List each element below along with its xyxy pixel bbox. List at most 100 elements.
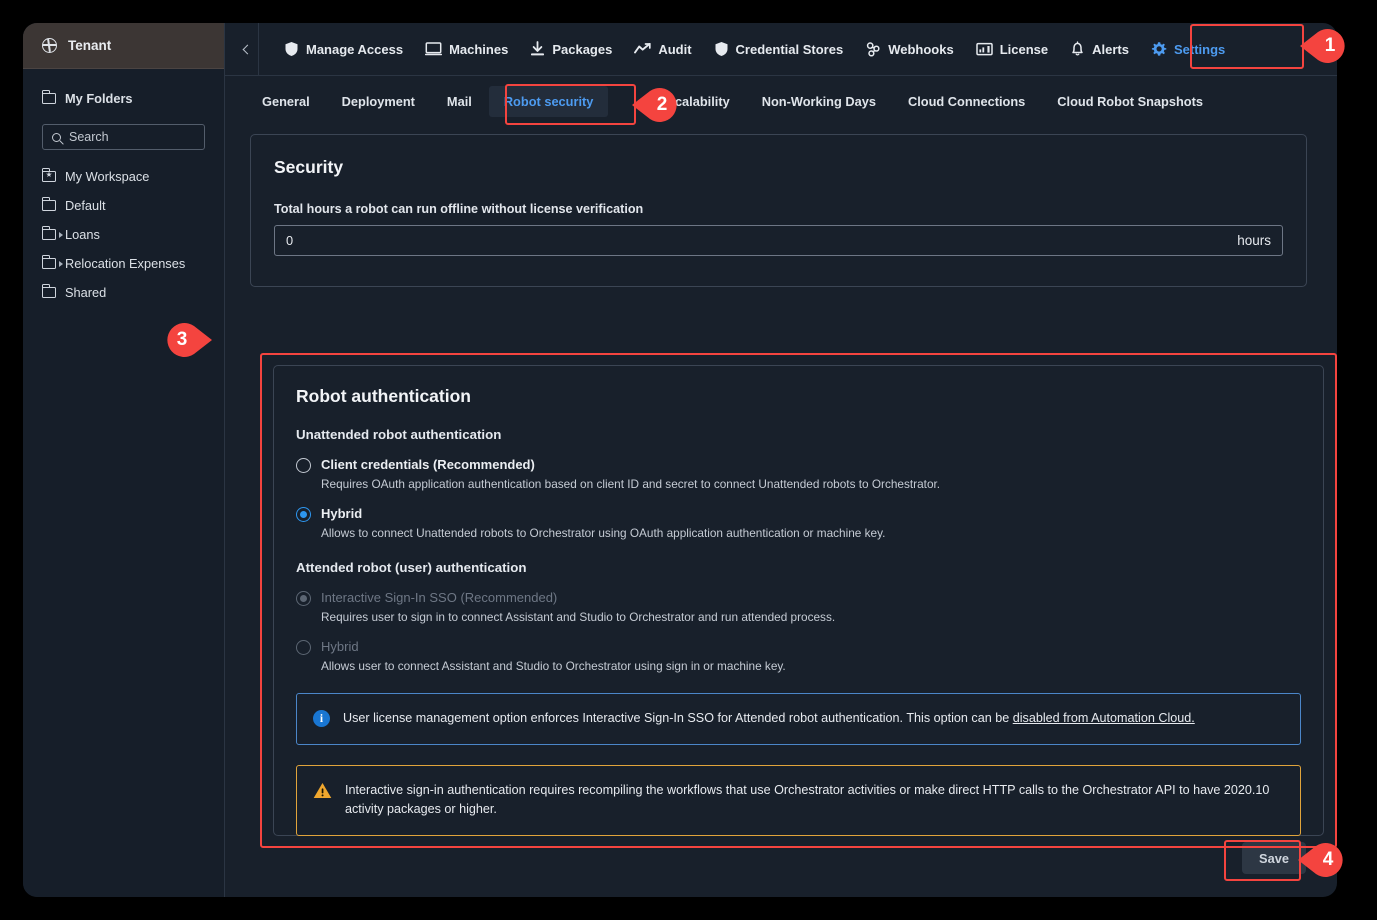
- nav-item-manage-access[interactable]: Manage Access: [273, 23, 414, 76]
- my-folders-label: My Folders: [65, 91, 133, 106]
- top-navigation: Manage Access Machines Packages Audit Cr…: [225, 23, 1337, 76]
- webhook-icon: [867, 42, 880, 57]
- tab-non-working-days[interactable]: Non-Working Days: [747, 86, 891, 117]
- nav-item-license[interactable]: License: [965, 23, 1059, 76]
- info-banner-message: User license management option enforces …: [343, 711, 1013, 725]
- search-box[interactable]: [42, 124, 205, 150]
- chevron-right-icon[interactable]: [59, 260, 63, 267]
- nav-item-label: Webhooks: [888, 41, 954, 57]
- tenant-header[interactable]: Tenant: [23, 23, 224, 69]
- nav-item-packages[interactable]: Packages: [519, 23, 623, 76]
- radio-attended-hybrid: Hybrid Allows user to connect Assistant …: [296, 639, 1301, 673]
- radio-interactive-sign-in-sso: Interactive Sign-In SSO (Recommended) Re…: [296, 590, 1301, 624]
- automation-cloud-link[interactable]: disabled from Automation Cloud.: [1013, 711, 1195, 725]
- radio-description: Requires OAuth application authenticatio…: [321, 477, 941, 491]
- info-banner-text: User license management option enforces …: [343, 709, 1195, 729]
- radio-label: Hybrid: [321, 639, 359, 654]
- unattended-heading: Unattended robot authentication: [296, 427, 502, 442]
- folder-icon: [41, 225, 56, 240]
- tab-cloud-robot-snapshots[interactable]: Cloud Robot Snapshots: [1042, 86, 1218, 117]
- folder-icon: [41, 196, 56, 211]
- collapse-sidebar-button[interactable]: [233, 23, 259, 76]
- annotation-badge-3: 3: [160, 318, 212, 362]
- tab-deployment[interactable]: Deployment: [327, 86, 430, 117]
- info-icon: i: [313, 710, 330, 727]
- sidebar-item-label: My Workspace: [65, 169, 150, 184]
- annotation-badge-number: 1: [1324, 35, 1336, 56]
- bell-icon: [1072, 41, 1083, 56]
- offline-hours-unit: hours: [1237, 233, 1271, 248]
- sidebar-item-my-workspace[interactable]: My Workspace: [23, 162, 224, 191]
- orchestrator-window: Tenant My Folders My Workspace Default: [23, 23, 1337, 897]
- radio-button-icon: [296, 591, 311, 606]
- tab-robot-security[interactable]: Robot security: [488, 85, 609, 117]
- sidebar-item-default[interactable]: Default: [23, 191, 224, 220]
- tab-general[interactable]: General: [247, 86, 325, 117]
- nav-item-alerts[interactable]: Alerts: [1059, 23, 1140, 76]
- nav-item-credential-stores[interactable]: Credential Stores: [703, 23, 855, 76]
- chevron-left-icon: [242, 44, 252, 54]
- radio-client-credentials[interactable]: Client credentials (Recommended) Require…: [296, 457, 1301, 491]
- nav-item-audit[interactable]: Audit: [623, 23, 702, 76]
- nav-item-label: Packages: [552, 41, 613, 57]
- sidebar-item-loans[interactable]: Loans: [23, 220, 224, 249]
- offline-hours-label: Total hours a robot can run offline with…: [274, 202, 644, 216]
- license-icon: [975, 42, 993, 56]
- folder-icon: [41, 89, 56, 104]
- annotation-badge-number: 4: [1322, 849, 1334, 870]
- robot-authentication-section: Robot authentication Unattended robot au…: [273, 365, 1324, 836]
- trend-line-icon: [634, 43, 651, 54]
- nav-item-settings[interactable]: Settings: [1140, 23, 1236, 76]
- info-banner: i User license management option enforce…: [296, 693, 1301, 745]
- sidebar-item-shared[interactable]: Shared: [23, 278, 224, 307]
- shield-icon: [285, 42, 298, 56]
- radio-label: Hybrid: [321, 506, 363, 521]
- sidebar-item-label: Relocation Expenses: [65, 256, 186, 271]
- security-section: Security Total hours a robot can run off…: [250, 134, 1307, 287]
- search-input[interactable]: [69, 130, 195, 144]
- search-container: [23, 117, 224, 154]
- radio-description: Requires user to sign in to connect Assi…: [321, 610, 836, 624]
- annotation-badge-number: 2: [656, 94, 668, 115]
- warning-banner-text: Interactive sign-in authentication requi…: [345, 782, 1270, 817]
- nav-item-label: Settings: [1173, 41, 1226, 57]
- sidebar-item-label: Loans: [65, 227, 100, 242]
- shield-icon: [715, 42, 728, 56]
- sidebar: Tenant My Folders My Workspace Default: [23, 23, 225, 897]
- warning-icon: [313, 782, 332, 798]
- monitor-icon: [425, 42, 443, 56]
- save-button[interactable]: Save: [1242, 842, 1306, 874]
- sidebar-item-label: Shared: [65, 285, 107, 300]
- annotation-badge-2: 2: [632, 83, 684, 127]
- radio-unattended-hybrid[interactable]: Hybrid Allows to connect Unattended robo…: [296, 506, 1301, 540]
- tab-mail[interactable]: Mail: [432, 86, 487, 117]
- offline-hours-value: 0: [286, 233, 294, 248]
- folder-star-icon: [41, 167, 56, 182]
- radio-label: Interactive Sign-In SSO (Recommended): [321, 590, 558, 605]
- radio-button-icon[interactable]: [296, 458, 311, 473]
- offline-hours-input[interactable]: 0 hours: [274, 225, 1283, 256]
- tab-cloud-connections[interactable]: Cloud Connections: [893, 86, 1040, 117]
- sidebar-item-my-folders[interactable]: My Folders: [23, 83, 224, 112]
- download-icon: [531, 41, 545, 56]
- sidebar-item-label: Default: [65, 198, 106, 213]
- annotation-badge-number: 3: [176, 329, 188, 350]
- nav-item-webhooks[interactable]: Webhooks: [854, 23, 965, 76]
- radio-description: Allows to connect Unattended robots to O…: [321, 526, 886, 540]
- globe-icon: [42, 38, 57, 53]
- security-title: Security: [274, 157, 344, 177]
- gear-icon: [1151, 42, 1167, 56]
- nav-item-machines[interactable]: Machines: [414, 23, 519, 76]
- settings-tabs: General Deployment Mail Robot security S…: [225, 76, 1337, 126]
- robot-authentication-title: Robot authentication: [296, 386, 471, 406]
- nav-item-label: Alerts: [1092, 41, 1129, 57]
- search-icon: [52, 132, 61, 142]
- nav-item-label: Manage Access: [306, 41, 404, 57]
- tenant-label: Tenant: [68, 38, 112, 53]
- chevron-right-icon[interactable]: [59, 231, 63, 238]
- sidebar-item-relocation-expenses[interactable]: Relocation Expenses: [23, 249, 224, 278]
- warning-banner: Interactive sign-in authentication requi…: [296, 764, 1301, 836]
- nav-item-label: Audit: [658, 41, 692, 57]
- radio-button-icon[interactable]: [296, 507, 311, 522]
- nav-item-label: License: [999, 41, 1049, 57]
